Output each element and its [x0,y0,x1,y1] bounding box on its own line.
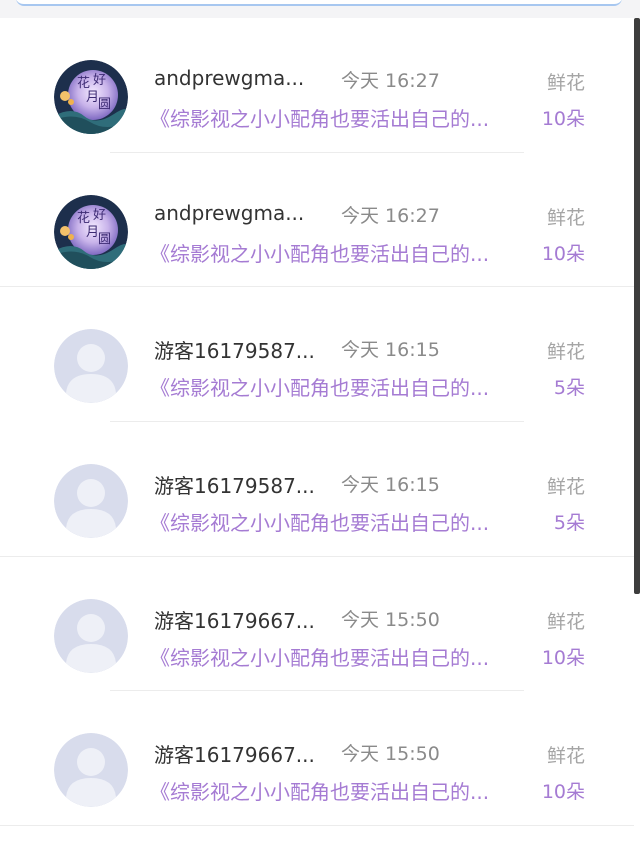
gift-list: 花 好 月 圆 andprewgma... 今天 16:27 鲜花 《综影视之小… [0,18,634,827]
gift-list-item[interactable]: 游客16179587... 今天 16:15 鲜花 《综影视之小小配角也要活出自… [0,422,634,557]
top-strip [0,0,640,18]
gift-label: 鲜花 [546,206,585,229]
gift-list-item[interactable]: 游客16179587... 今天 16:15 鲜花 《综影视之小小配角也要活出自… [0,287,634,423]
svg-text:圆: 圆 [98,232,111,247]
gift-label: 鲜花 [546,72,585,94]
book-title-link[interactable]: 《综影视之小小配角也要活出自己的... [150,776,489,805]
default-avatar-icon [54,598,128,673]
gift-time: 今天 15:50 [341,743,440,766]
gift-count: 10朵 [541,242,585,265]
default-avatar-icon [54,329,128,404]
gift-list-item[interactable]: 游客16179667... 今天 15:50 鲜花 《综影视之小小配角也要活出自… [0,691,634,827]
book-title-link[interactable]: 《综影视之小小配角也要活出自己的... [150,103,489,132]
gift-label: 鲜花 [546,745,585,768]
gift-label: 鲜花 [546,341,585,364]
svg-text:好: 好 [93,73,106,88]
gift-label: 鲜花 [546,476,585,499]
avatar[interactable] [54,733,128,808]
svg-text:好: 好 [93,208,106,223]
default-avatar-icon [54,464,128,539]
user-name: 游客16179587... [154,474,315,499]
divider [0,825,634,827]
gift-label: 鲜花 [546,610,585,633]
gift-time: 今天 15:50 [341,608,440,631]
moon-avatar-icon: 花 好 月 圆 [54,194,128,269]
gift-count: 10朵 [541,781,585,804]
avatar[interactable] [54,598,128,673]
user-name: 游客16179667... [154,608,315,633]
scrollbar[interactable] [634,18,640,594]
gift-count: 5朵 [553,512,585,535]
gift-time: 今天 16:15 [341,339,440,362]
book-title-link[interactable]: 《综影视之小小配角也要活出自己的... [150,642,489,671]
avatar[interactable]: 花 好 月 圆 [54,60,128,134]
user-name: 游客16179667... [154,743,315,768]
avatar[interactable]: 花 好 月 圆 [54,194,128,269]
user-name: 游客16179587... [154,339,315,364]
user-name: andprewgma... [154,200,305,225]
user-name: andprewgma... [154,66,305,90]
avatar[interactable] [54,329,128,404]
moon-avatar-icon: 花 好 月 圆 [54,60,128,134]
gift-count: 10朵 [541,646,585,669]
gift-count: 10朵 [541,108,585,130]
gift-records-page: 花 好 月 圆 andprewgma... 今天 16:27 鲜花 《综影视之小… [0,0,640,852]
svg-text:圆: 圆 [98,97,111,112]
gift-time: 今天 16:15 [341,474,440,497]
avatar[interactable] [54,464,128,539]
book-title-link[interactable]: 《综影视之小小配角也要活出自己的... [150,372,489,401]
gift-list-item[interactable]: 花 好 月 圆 andprewgma... 今天 16:27 鲜花 《综影视之小… [0,153,634,288]
default-avatar-icon [54,733,128,808]
svg-text:花: 花 [77,210,90,226]
top-card-edge [16,0,622,6]
svg-text:花: 花 [77,75,90,91]
gift-time: 今天 16:27 [341,204,440,227]
book-title-link[interactable]: 《综影视之小小配角也要活出自己的... [150,507,489,536]
gift-list-item[interactable]: 花 好 月 圆 andprewgma... 今天 16:27 鲜花 《综影视之小… [0,18,634,153]
book-title-link[interactable]: 《综影视之小小配角也要活出自己的... [150,238,489,267]
gift-time: 今天 16:27 [341,70,440,92]
gift-list-item[interactable]: 游客16179667... 今天 15:50 鲜花 《综影视之小小配角也要活出自… [0,557,634,692]
gift-count: 5朵 [553,377,585,400]
